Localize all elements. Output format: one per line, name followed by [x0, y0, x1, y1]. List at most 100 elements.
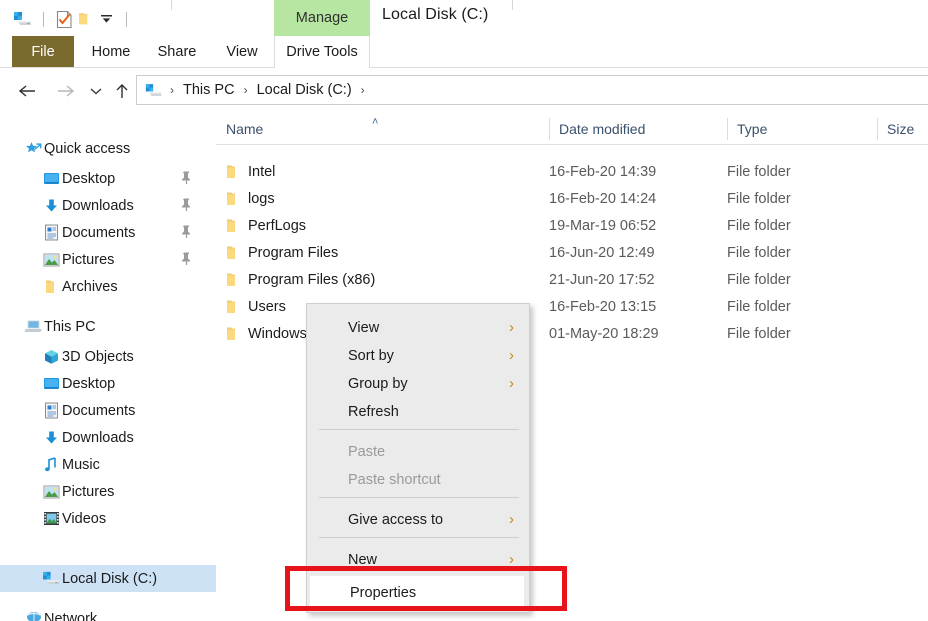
file-name: Windows: [248, 325, 307, 342]
new-folder-icon[interactable]: [75, 8, 95, 30]
music-icon: [40, 455, 62, 475]
column-header-type-label: Type: [737, 121, 768, 137]
chevron-right-icon: ›: [509, 319, 514, 336]
sidebar-label: Downloads: [62, 429, 134, 446]
menu-item-label: Give access to: [348, 512, 444, 528]
pin-icon[interactable]: [180, 251, 194, 267]
sidebar-label: Videos: [62, 510, 107, 527]
breadcrumb-item-local-disk-c[interactable]: Local Disk (C:): [253, 82, 356, 98]
drive-tools-right-border: [369, 36, 370, 68]
menu-separator: [319, 537, 519, 538]
sidebar-item-music[interactable]: Music: [0, 451, 216, 478]
tab-view[interactable]: View: [216, 36, 268, 68]
sidebar-item-desktop[interactable]: Desktop: [0, 165, 216, 192]
tab-home[interactable]: Home: [82, 36, 140, 68]
breadcrumb-separator[interactable]: ›: [165, 83, 179, 97]
menu-item-label: New: [348, 552, 378, 568]
sidebar-label: Documents: [62, 402, 136, 419]
sidebar-item-downloads[interactable]: Downloads: [0, 424, 216, 451]
breadcrumb-separator[interactable]: ›: [356, 83, 370, 97]
pin-icon[interactable]: [180, 197, 194, 213]
tab-share[interactable]: Share: [148, 36, 206, 68]
document-icon: [40, 223, 62, 243]
tab-drive-tools[interactable]: Drive Tools: [274, 36, 370, 68]
window-title: Local Disk (C:): [382, 6, 489, 23]
up-button[interactable]: [110, 79, 134, 103]
pin-icon[interactable]: [180, 170, 194, 186]
table-row[interactable]: PerfLogs 19-Mar-19 06:52 File folder: [216, 212, 928, 239]
sidebar-item-downloads[interactable]: Downloads: [0, 192, 216, 219]
column-header-name-label: Name: [226, 121, 264, 137]
menu-separator: [319, 429, 519, 430]
sidebar-item-videos[interactable]: Videos: [0, 505, 216, 532]
sidebar-label: Pictures: [62, 483, 115, 500]
file-type: File folder: [727, 298, 791, 315]
file-date-modified: 19-Mar-19 06:52: [549, 217, 657, 234]
file-type: File folder: [727, 217, 791, 234]
file-date-modified: 16-Jun-20 12:49: [549, 244, 655, 261]
document-icon: [40, 401, 62, 421]
file-date-modified: 21-Jun-20 17:52: [549, 271, 655, 288]
drive-tools-active-underline: [275, 67, 369, 69]
network-icon: [22, 609, 44, 621]
sidebar-item-pictures[interactable]: Pictures: [0, 246, 216, 273]
properties-checkbox-icon[interactable]: [53, 8, 75, 30]
file-type: File folder: [727, 271, 791, 288]
file-type: File folder: [727, 325, 791, 342]
back-button[interactable]: [14, 79, 40, 103]
column-header-name[interactable]: Name: [216, 113, 549, 145]
menu-item-properties[interactable]: Properties: [310, 576, 524, 609]
breadcrumb-item-this-pc[interactable]: This PC: [179, 82, 239, 98]
tab-file[interactable]: File: [12, 36, 74, 68]
sidebar-item-network[interactable]: Network: [0, 605, 216, 621]
contextual-tab-group-manage[interactable]: Manage: [274, 0, 370, 36]
column-header-date-modified[interactable]: Date modified: [549, 113, 727, 145]
chevron-right-icon: ›: [509, 551, 514, 568]
sidebar-item-pictures[interactable]: Pictures: [0, 478, 216, 505]
file-date-modified: 16-Feb-20 13:15: [549, 298, 657, 315]
customize-dropdown-icon[interactable]: [95, 8, 117, 30]
breadcrumb-separator[interactable]: ›: [239, 83, 253, 97]
3d-objects-icon: [40, 347, 62, 367]
desktop-icon: [40, 374, 62, 394]
sidebar-label: Network: [44, 610, 98, 621]
menu-item-refresh[interactable]: Refresh: [308, 396, 530, 428]
navigation-pane: Quick access Desktop Downloads Documents…: [0, 113, 216, 621]
forward-button[interactable]: [52, 79, 78, 103]
qat-divider-1: [43, 11, 44, 27]
drive-icon[interactable]: [12, 8, 34, 30]
menu-item-label: Refresh: [348, 404, 399, 420]
table-row[interactable]: Program Files (x86) 21-Jun-20 17:52 File…: [216, 266, 928, 293]
star-pin-icon: [22, 139, 44, 159]
desktop-icon: [40, 169, 62, 189]
sidebar-item-documents[interactable]: Documents: [0, 397, 216, 424]
table-row[interactable]: logs 16-Feb-20 14:24 File folder: [216, 185, 928, 212]
sidebar-item-documents[interactable]: Documents: [0, 219, 216, 246]
folder-icon: [216, 245, 248, 261]
column-header-type[interactable]: Type: [727, 113, 877, 145]
file-type: File folder: [727, 163, 791, 180]
file-name: logs: [248, 190, 275, 207]
pin-icon[interactable]: [180, 224, 194, 240]
table-row[interactable]: Intel 16-Feb-20 14:39 File folder: [216, 158, 928, 185]
recent-locations-button[interactable]: [86, 79, 106, 103]
menu-item-give-access-to[interactable]: Give access to ›: [308, 504, 530, 536]
drive-icon: [143, 81, 165, 99]
qat-divider-2: [126, 11, 127, 27]
sidebar-label: Local Disk (C:): [62, 570, 158, 587]
sidebar-item-3d-objects[interactable]: 3D Objects: [0, 343, 216, 370]
breadcrumb[interactable]: › This PC › Local Disk (C:) ›: [136, 75, 928, 105]
sidebar-item-quick-access[interactable]: Quick access: [0, 135, 216, 162]
menu-item-new[interactable]: New ›: [308, 544, 530, 576]
sidebar-label: Documents: [62, 224, 136, 241]
sidebar-item-archives[interactable]: Archives: [0, 273, 216, 300]
column-header-date-label: Date modified: [559, 121, 646, 137]
table-row[interactable]: Program Files 16-Jun-20 12:49 File folde…: [216, 239, 928, 266]
sidebar-item-local-disk-c[interactable]: Local Disk (C:): [0, 565, 216, 592]
sidebar-item-this-pc[interactable]: This PC: [0, 313, 216, 340]
menu-item-paste-shortcut: Paste shortcut: [308, 464, 530, 496]
videos-icon: [40, 509, 62, 529]
chevron-right-icon: ›: [509, 511, 514, 528]
sidebar-item-desktop[interactable]: Desktop: [0, 370, 216, 397]
column-header-size[interactable]: Size: [877, 113, 928, 145]
